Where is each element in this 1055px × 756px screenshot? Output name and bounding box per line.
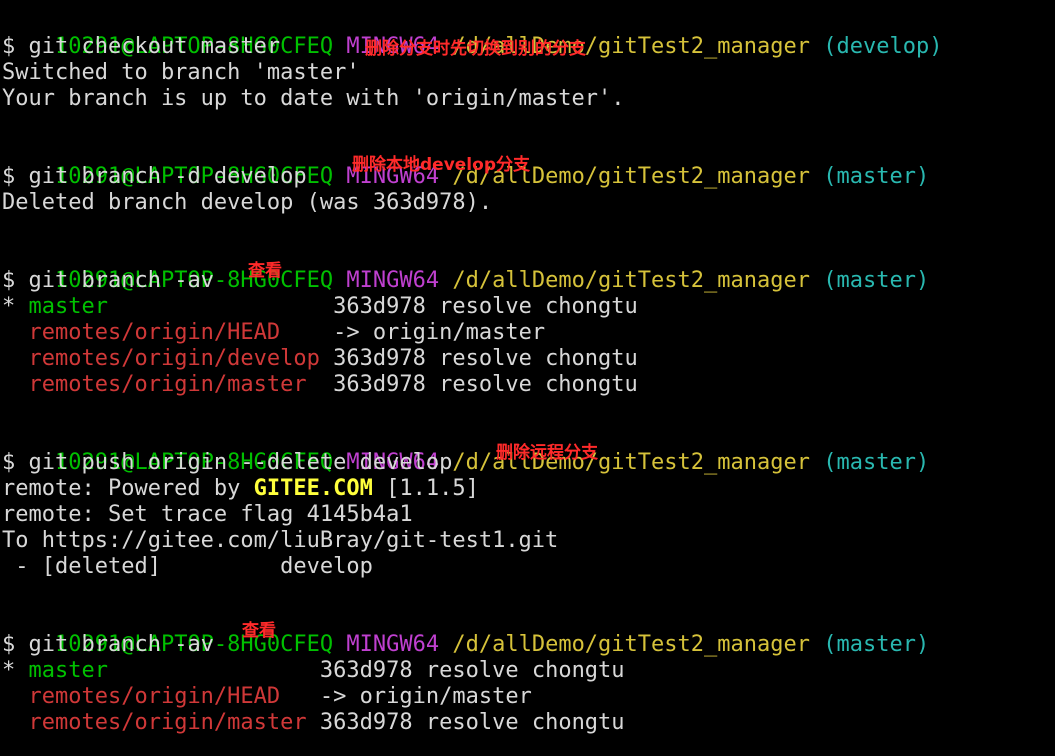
branch-row: remotes/origin/develop 363d978 resolve c… [2, 346, 1052, 372]
command-text: git checkout master [28, 34, 281, 59]
output-text: [1.1.5] [372, 476, 479, 501]
branch-row: remotes/origin/HEAD -> origin/master [2, 320, 1052, 346]
command-text: git branch -av [28, 268, 214, 293]
branch-name: master [28, 294, 334, 319]
output-line: - [deleted] develop [2, 554, 373, 579]
branch-marker [2, 710, 29, 735]
command-line: $ git branch -av [2, 268, 1052, 294]
branch-info: 363d978 resolve chongtu [319, 710, 625, 735]
terminal-window[interactable]: 10291@LAPTOP-8HG0CFEQ MINGW64 /d/allDemo… [2, 8, 1052, 736]
branch-name: master [28, 658, 320, 683]
annotation-view: 查看 [248, 261, 282, 281]
branch-info: -> origin/master [319, 684, 532, 709]
branch-marker [2, 346, 29, 371]
prompt-dollar: $ [2, 450, 29, 475]
branch-row: * master 363d978 resolve chongtu [2, 294, 1052, 320]
branch-info: 363d978 resolve chongtu [333, 372, 638, 397]
prompt-line: 10291@LAPTOP-8HG0CFEQ MINGW64 /d/allDemo… [2, 8, 1052, 59]
remote-branch-name: remotes/origin/master [28, 710, 320, 735]
annotation-delete-remote: 删除远程分支 [496, 443, 598, 463]
branch-info: 363d978 resolve chongtu [333, 294, 638, 319]
prompt-line: 10291@LAPTOP-8HG0CFEQ MINGW64 /d/allDemo… [2, 242, 1052, 293]
prompt-dollar: $ [2, 164, 29, 189]
command-text: git branch -av [28, 632, 214, 657]
branch-marker [2, 320, 29, 345]
gitee-brand: GITEE.COM [253, 476, 373, 501]
branch-marker [2, 372, 29, 397]
annotation-view: 查看 [242, 621, 276, 641]
command-line: $ git branch -av [2, 632, 1052, 658]
current-branch-marker: * [2, 658, 29, 683]
output-text: remote: Powered by [2, 476, 254, 501]
annotation-switch-branch: 删除分支时先切换到别的分支 [365, 39, 586, 59]
remote-branch-name: remotes/origin/HEAD [28, 684, 320, 709]
branch-row: remotes/origin/master 363d978 resolve ch… [2, 372, 1052, 398]
current-branch-marker: * [2, 294, 29, 319]
prompt-line: 10291@LAPTOP-8HG0CFEQ MINGW64 /d/allDemo… [2, 606, 1052, 657]
branch-marker [2, 684, 29, 709]
remote-branch-name: remotes/origin/develop [28, 346, 334, 371]
branch-row: remotes/origin/HEAD -> origin/master [2, 684, 1052, 710]
output-line: To https://gitee.com/liuBray/git-test1.g… [2, 528, 559, 553]
branch-info: -> origin/master [333, 320, 546, 345]
remote-branch-name: remotes/origin/HEAD [28, 320, 334, 345]
command-text: git branch -d develop [28, 164, 307, 189]
output-line: Deleted branch develop (was 363d978). [2, 190, 493, 215]
branch-info: 363d978 resolve chongtu [319, 658, 625, 683]
output-line: remote: Set trace flag 4145b4a1 [2, 502, 413, 527]
annotation-delete-local: 删除本地develop分支 [352, 155, 530, 175]
prompt-dollar: $ [2, 268, 29, 293]
output-line: Switched to branch 'master' [2, 60, 360, 85]
output-line: Your branch is up to date with 'origin/m… [2, 86, 625, 111]
output-line: remote: Powered by GITEE.COM [1.1.5] [2, 476, 1052, 502]
command-text: git push origin --delete develop [28, 450, 453, 475]
prompt-dollar: $ [2, 34, 29, 59]
branch-row: remotes/origin/master 363d978 resolve ch… [2, 710, 1052, 736]
prompt-dollar: $ [2, 632, 29, 657]
branch-info: 363d978 resolve chongtu [333, 346, 638, 371]
branch-row: * master 363d978 resolve chongtu [2, 658, 1052, 684]
remote-branch-name: remotes/origin/master [28, 372, 334, 397]
